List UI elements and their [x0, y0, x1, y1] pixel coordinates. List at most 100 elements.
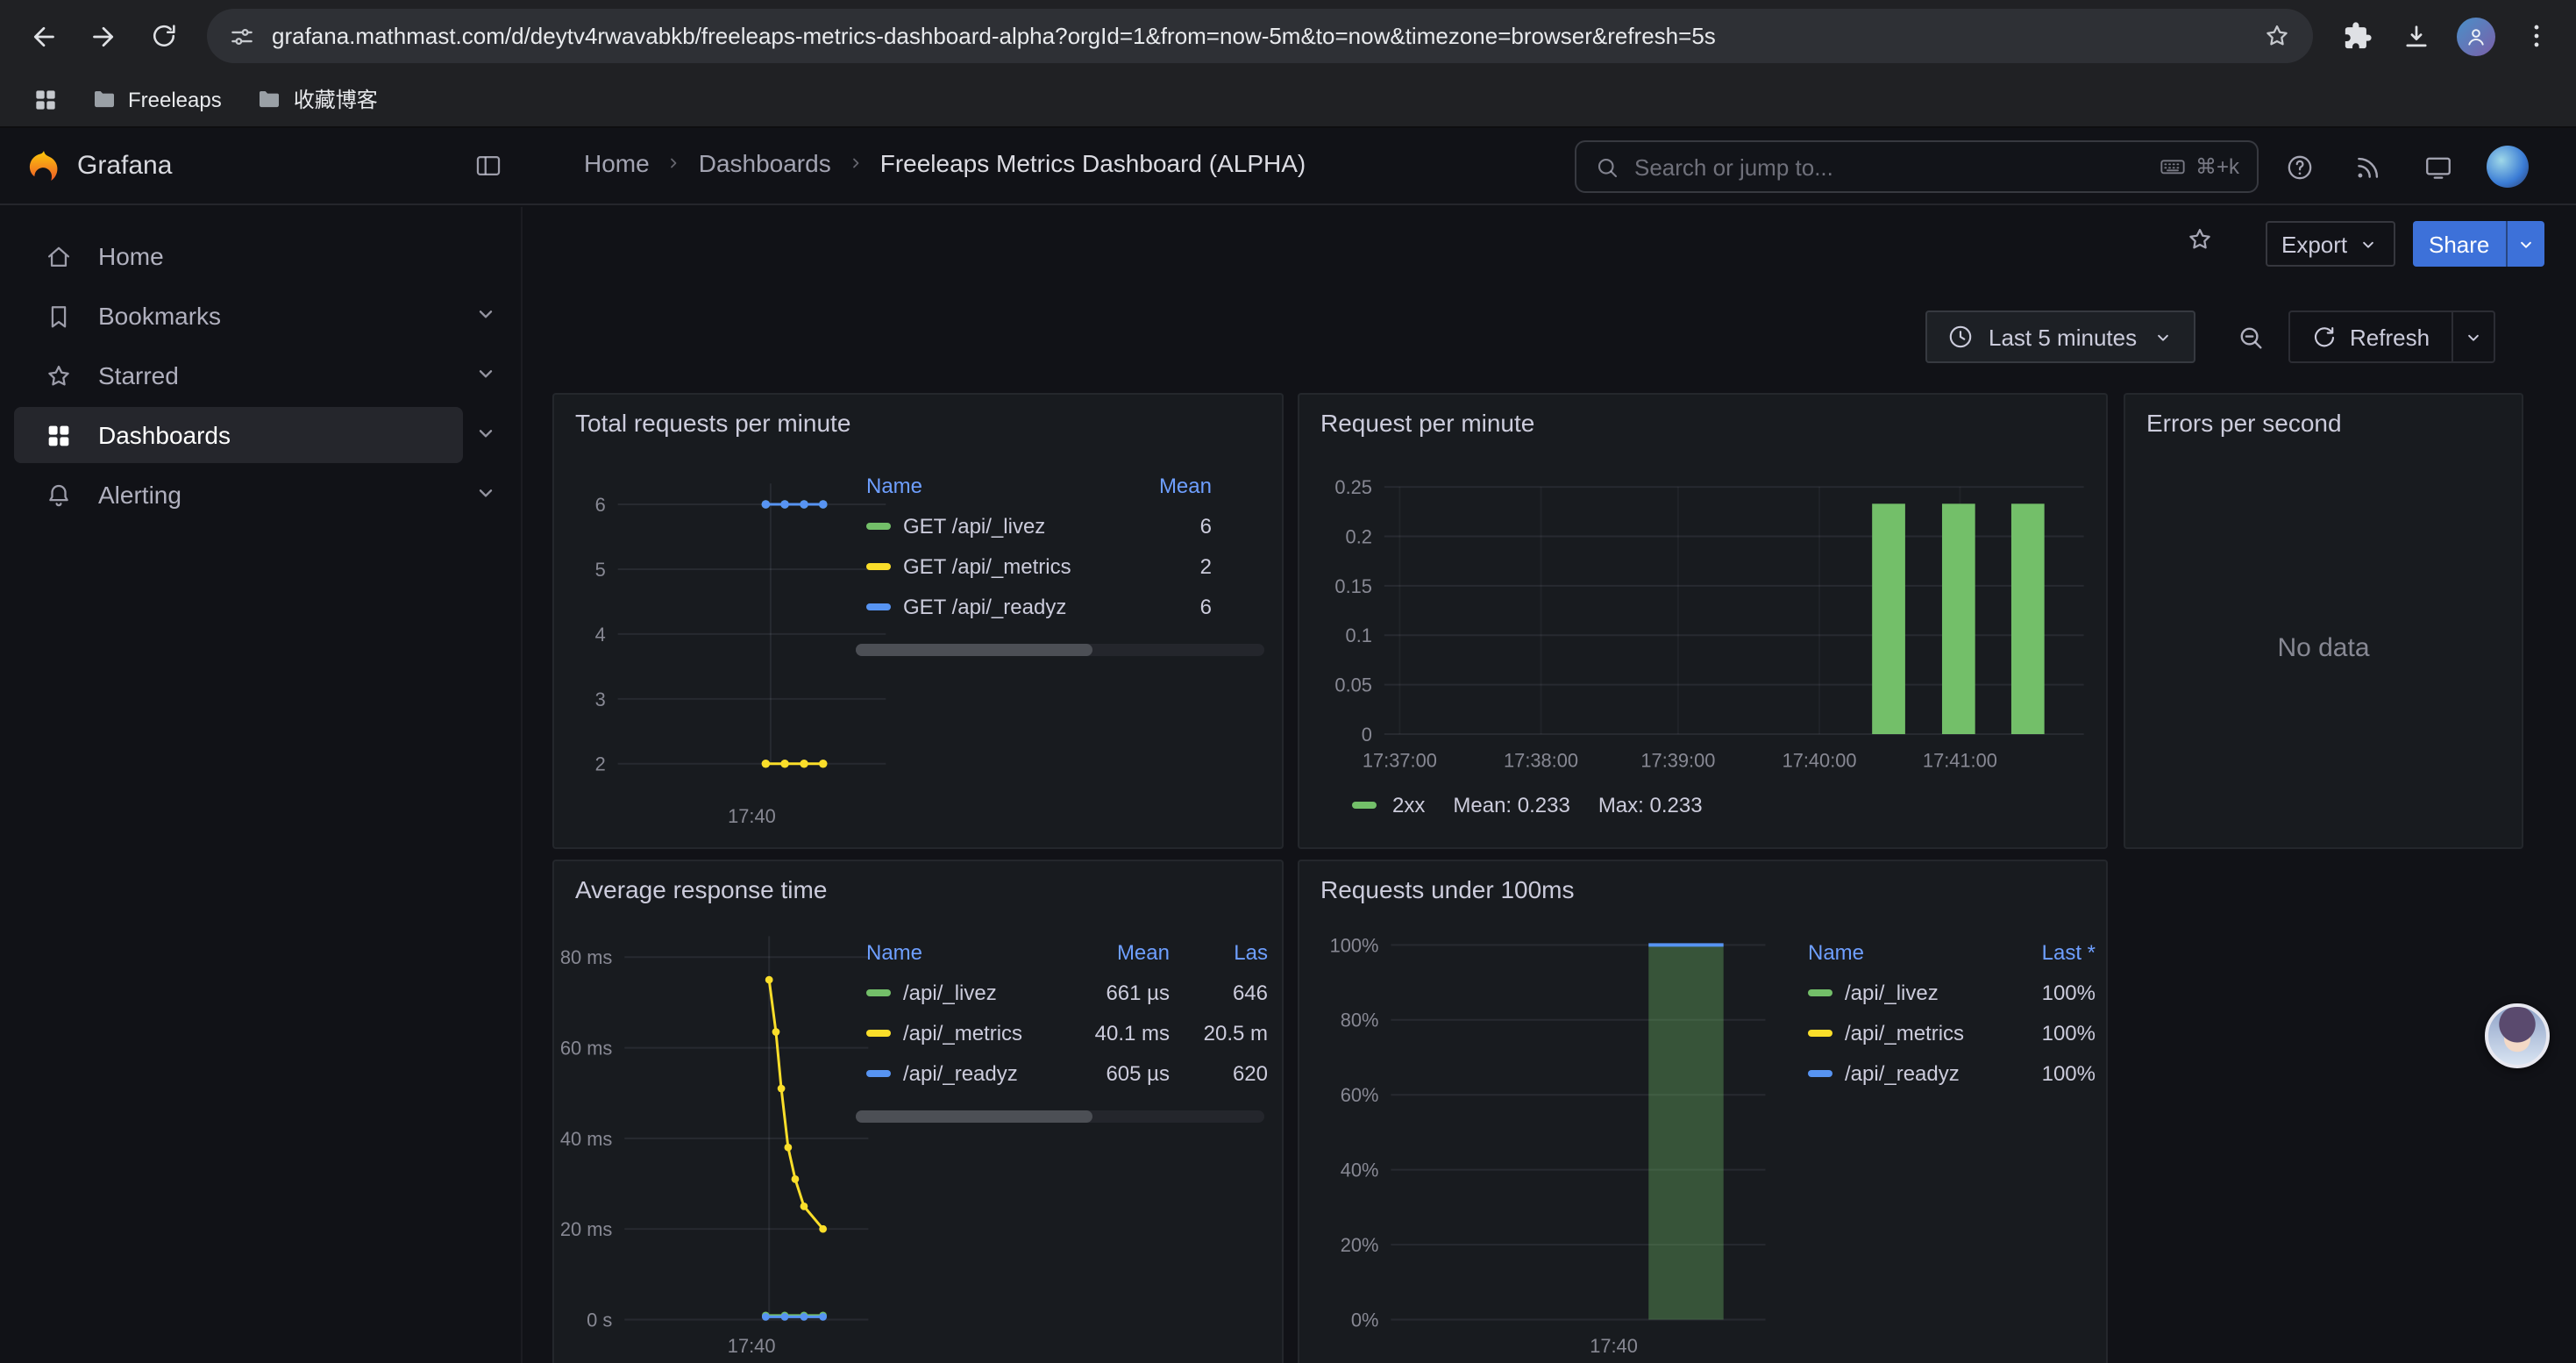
sidebar-item-home[interactable]: Home	[14, 228, 463, 284]
extensions-icon[interactable]	[2327, 6, 2387, 66]
dashboards-icon	[42, 420, 74, 450]
svg-text:4: 4	[595, 624, 606, 646]
bookmark-icon	[42, 301, 74, 331]
breadcrumb-home[interactable]: Home	[584, 149, 650, 177]
series-last: 620	[1187, 1060, 1268, 1085]
sidebar-item-alerting[interactable]: Alerting	[14, 467, 463, 523]
browser-profile-icon[interactable]	[2446, 6, 2506, 66]
help-icon[interactable]	[2285, 153, 2315, 182]
bookmark-folder-freeleaps[interactable]: Freeleaps	[77, 79, 236, 119]
browser-menu-kebab-icon[interactable]	[2506, 6, 2565, 66]
downloads-icon[interactable]	[2387, 6, 2446, 66]
panel-title[interactable]: Requests under 100ms	[1299, 861, 2106, 917]
sidebar-item-dashboards[interactable]: Dashboards	[14, 407, 463, 463]
svg-text:0.15: 0.15	[1334, 575, 1371, 597]
panel-request-per-minute: Request per minute 0.250.20.150.10.05017…	[1298, 393, 2108, 849]
legend-col-mean[interactable]: Mean	[1071, 940, 1170, 965]
sidebar-item-label: Bookmarks	[98, 302, 221, 330]
news-rss-icon[interactable]	[2353, 153, 2383, 182]
series-name[interactable]: /api/_livez	[903, 980, 997, 1004]
legend-scrollbar[interactable]	[856, 1110, 1264, 1123]
legend-col-name[interactable]: Name	[866, 474, 1107, 498]
bookmark-label: Freeleaps	[128, 87, 222, 111]
user-avatar[interactable]	[2487, 146, 2529, 188]
time-range-picker[interactable]: Last 5 minutes	[1925, 310, 2195, 363]
svg-text:60%: 60%	[1341, 1084, 1379, 1106]
legend-col-last[interactable]: Las	[1187, 940, 1268, 965]
breadcrumb-current: Freeleaps Metrics Dashboard (ALPHA)	[880, 149, 1306, 177]
export-label: Export	[2281, 231, 2347, 257]
series-name[interactable]: /api/_readyz	[1845, 1060, 1960, 1085]
export-button[interactable]: Export	[2266, 221, 2395, 267]
panel-legend: Name Last * /api/_livez 100% /api/_metri…	[1808, 933, 2096, 1093]
legend-row: GET /api/_readyz 6	[866, 586, 1268, 626]
chevron-down-icon[interactable]	[472, 360, 500, 388]
svg-text:17:37:00: 17:37:00	[1363, 750, 1437, 772]
no-data-message: No data	[2125, 447, 2522, 847]
search-icon	[1594, 153, 1620, 180]
series-name[interactable]: /api/_metrics	[903, 1020, 1022, 1045]
share-button[interactable]: Share	[2413, 221, 2505, 267]
legend-row: /api/_metrics 40.1 ms 20.5 m	[866, 1012, 1268, 1053]
chevron-down-icon	[2151, 325, 2174, 348]
apps-grid-icon[interactable]	[21, 76, 70, 122]
grafana-logo[interactable]	[25, 147, 63, 186]
forward-button[interactable]	[74, 6, 133, 66]
svg-text:2: 2	[595, 753, 606, 775]
scrollbar-thumb[interactable]	[856, 1110, 1092, 1123]
scrollbar-thumb[interactable]	[856, 644, 1092, 656]
share-dropdown-icon[interactable]	[2505, 221, 2544, 267]
legend-row: GET /api/_metrics 2	[866, 546, 1268, 586]
panel-title[interactable]: Total requests per minute	[554, 395, 1282, 451]
chevron-right-icon	[845, 153, 866, 174]
legend-col-name[interactable]: Name	[1808, 940, 1990, 965]
legend-row: /api/_readyz 605 µs 620	[866, 1053, 1268, 1093]
refresh-button[interactable]: Refresh	[2290, 312, 2451, 361]
refresh-interval-dropdown-icon[interactable]	[2451, 312, 2493, 361]
bookmark-folder-blog[interactable]: 收藏博客	[243, 77, 392, 121]
chevron-down-icon[interactable]	[472, 300, 500, 328]
grafana-app: Grafana Home Dashboards Freeleaps Metric…	[0, 128, 2576, 1363]
panel-title[interactable]: Errors per second	[2125, 395, 2522, 451]
svg-text:40%: 40%	[1341, 1160, 1379, 1181]
url-text[interactable]: grafana.mathmast.com/d/deytv4rwavabkb/fr…	[272, 23, 2246, 49]
legend-row: /api/_metrics 100%	[1808, 1012, 2096, 1053]
site-settings-icon[interactable]	[228, 22, 256, 50]
series-swatch	[866, 522, 891, 529]
series-name[interactable]: /api/_readyz	[903, 1060, 1018, 1085]
legend-col-last[interactable]: Last *	[2008, 940, 2096, 965]
search-box[interactable]: ⌘+k	[1575, 140, 2259, 193]
back-button[interactable]	[14, 6, 74, 66]
screen: grafana.mathmast.com/d/deytv4rwavabkb/fr…	[0, 0, 2576, 1363]
address-bar[interactable]: grafana.mathmast.com/d/deytv4rwavabkb/fr…	[207, 9, 2313, 63]
legend-col-mean[interactable]: Mean	[1124, 474, 1212, 498]
sidebar: Home Bookmarks Starred	[0, 207, 523, 1363]
zoom-out-icon[interactable]	[2224, 310, 2276, 363]
sidebar-item-starred[interactable]: Starred	[14, 347, 463, 403]
panel-title[interactable]: Average response time	[554, 861, 1282, 917]
bookmark-star-icon[interactable]	[2262, 21, 2292, 51]
series-name[interactable]: /api/_metrics	[1845, 1020, 1964, 1045]
series-name[interactable]: GET /api/_readyz	[903, 594, 1066, 618]
breadcrumb-dashboards[interactable]: Dashboards	[699, 149, 831, 177]
display-icon[interactable]	[2423, 153, 2453, 182]
series-name[interactable]: 2xx	[1392, 793, 1425, 817]
reload-button[interactable]	[133, 6, 193, 66]
favorite-star-icon[interactable]	[2185, 225, 2215, 254]
extension-avatar[interactable]	[2485, 1003, 2550, 1068]
browser-toolbar: grafana.mathmast.com/d/deytv4rwavabkb/fr…	[0, 0, 2576, 72]
svg-text:0.05: 0.05	[1334, 674, 1371, 696]
sidebar-item-bookmarks[interactable]: Bookmarks	[14, 288, 463, 344]
chevron-down-icon[interactable]	[472, 479, 500, 507]
series-name[interactable]: /api/_livez	[1845, 980, 1939, 1004]
dock-sidebar-icon[interactable]	[473, 151, 503, 181]
legend-col-name[interactable]: Name	[866, 940, 1054, 965]
search-input[interactable]	[1634, 153, 2145, 180]
series-name[interactable]: GET /api/_metrics	[903, 553, 1071, 578]
request-per-minute-chart[interactable]: 0.250.20.150.10.05017:37:0017:38:0017:39…	[1299, 395, 2106, 847]
series-name[interactable]: GET /api/_livez	[903, 513, 1045, 538]
legend-scrollbar[interactable]	[856, 644, 1264, 656]
svg-text:20 ms: 20 ms	[560, 1218, 613, 1240]
chevron-down-icon[interactable]	[472, 419, 500, 447]
panel-title[interactable]: Request per minute	[1299, 395, 2106, 451]
